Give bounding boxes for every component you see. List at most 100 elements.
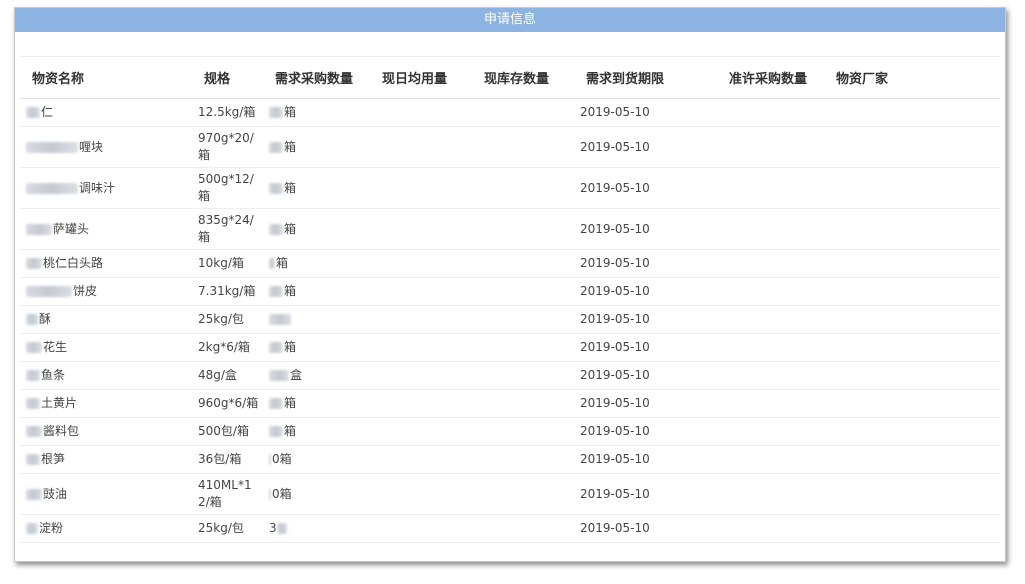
cell-stock bbox=[472, 277, 574, 306]
cell-name: 桃仁白头路 bbox=[20, 249, 192, 278]
cell-due-date-text: 2019-05-10 bbox=[580, 368, 650, 382]
cell-vendor bbox=[824, 126, 1000, 168]
panel-title: 申请信息 bbox=[15, 8, 1005, 32]
cell-vendor bbox=[824, 417, 1000, 446]
cell-due-date-text: 2019-05-10 bbox=[580, 221, 650, 236]
cell-required-qty: 盒 bbox=[263, 361, 370, 390]
cell-due-date: 2019-05-10 bbox=[574, 208, 717, 250]
cell-spec: 10kg/箱 bbox=[192, 249, 263, 278]
cell-stock bbox=[472, 389, 574, 418]
cell-due-date: 2019-05-10 bbox=[574, 445, 717, 474]
spec-text: 960g*6/箱 bbox=[198, 396, 259, 410]
cell-daily-usage bbox=[370, 167, 472, 209]
cell-spec: 500包/箱 bbox=[192, 417, 263, 446]
cell-stock bbox=[472, 167, 574, 209]
redacted-text bbox=[26, 523, 38, 534]
redacted-text bbox=[26, 141, 78, 153]
cell-required-qty: 箱 bbox=[263, 277, 370, 306]
cell-due-date: 2019-05-10 bbox=[574, 389, 717, 418]
table-row: 萨罐头 835g*24/箱 箱 2019-05-10 bbox=[20, 208, 1000, 250]
qty-unit: 箱 bbox=[284, 180, 297, 195]
cell-stock bbox=[472, 473, 574, 515]
cell-name: 酥 bbox=[20, 305, 192, 334]
cell-name: 饼皮 bbox=[20, 277, 192, 306]
cell-stock bbox=[472, 98, 574, 127]
cell-due-date: 2019-05-10 bbox=[574, 167, 717, 209]
col-header-required-qty: 需求采购数量 bbox=[263, 56, 370, 99]
name-text: 酥 bbox=[39, 312, 52, 326]
name-text: 土黄片 bbox=[41, 396, 78, 410]
cell-name: 淀粉 bbox=[20, 514, 192, 543]
cell-approved-qty bbox=[717, 473, 824, 515]
cell-vendor bbox=[824, 389, 1000, 418]
qty-unit: 盒 bbox=[290, 368, 303, 382]
table-row: 酱料包 500包/箱 箱 2019-05-10 bbox=[20, 417, 1000, 446]
cell-daily-usage bbox=[370, 98, 472, 127]
redacted-text bbox=[26, 454, 40, 465]
spec-text: 7.31kg/箱 bbox=[198, 284, 256, 298]
qty-unit: 箱 bbox=[284, 340, 297, 354]
cell-required-qty: 箱 bbox=[263, 333, 370, 362]
spec-text: 25kg/包 bbox=[198, 312, 244, 326]
cell-due-date-text: 2019-05-10 bbox=[580, 486, 650, 501]
qty-unit: 箱 bbox=[284, 139, 297, 154]
cell-vendor bbox=[824, 208, 1000, 250]
cell-due-date-text: 2019-05-10 bbox=[580, 139, 650, 154]
cell-name: 喱块 bbox=[20, 126, 192, 168]
redacted-text bbox=[26, 182, 78, 194]
cell-stock bbox=[472, 417, 574, 446]
table-row: 豉油 410ML*12/箱 0箱 2019-05-10 bbox=[20, 473, 1000, 515]
qty-unit: 箱 bbox=[284, 396, 297, 410]
cell-approved-qty bbox=[717, 389, 824, 418]
redacted-text bbox=[26, 258, 42, 269]
cell-stock bbox=[472, 305, 574, 334]
cell-stock bbox=[472, 333, 574, 362]
qty-unit: 箱 bbox=[276, 256, 289, 270]
spec-text: 500包/箱 bbox=[198, 424, 249, 438]
cell-vendor bbox=[824, 333, 1000, 362]
cell-required-qty: 箱 bbox=[263, 417, 370, 446]
name-text: 酱料包 bbox=[43, 424, 80, 438]
redacted-text bbox=[269, 454, 271, 465]
name-text: 桃仁白头路 bbox=[43, 256, 104, 270]
cell-due-date: 2019-05-10 bbox=[574, 277, 717, 306]
cell-approved-qty bbox=[717, 305, 824, 334]
cell-required-qty: 3 bbox=[263, 514, 370, 543]
cell-due-date: 2019-05-10 bbox=[574, 361, 717, 390]
redacted-text bbox=[269, 488, 271, 500]
redacted-text bbox=[269, 426, 283, 437]
redacted-text bbox=[276, 523, 287, 534]
cell-vendor bbox=[824, 98, 1000, 127]
table-row: 淀粉 25kg/包 3 2019-05-10 bbox=[20, 514, 1000, 543]
cell-daily-usage bbox=[370, 277, 472, 306]
cell-daily-usage bbox=[370, 417, 472, 446]
table-row: 喱块 970g*20/箱 箱 2019-05-10 bbox=[20, 126, 1000, 168]
cell-due-date-text: 2019-05-10 bbox=[580, 452, 650, 466]
cell-name: 鱼条 bbox=[20, 361, 192, 390]
col-header-daily-usage: 现日均用量 bbox=[370, 56, 472, 99]
cell-due-date: 2019-05-10 bbox=[574, 98, 717, 127]
cell-due-date: 2019-05-10 bbox=[574, 305, 717, 334]
cell-vendor bbox=[824, 305, 1000, 334]
spec-text: 10kg/箱 bbox=[198, 256, 244, 270]
table-body: 仁 12.5kg/箱箱 2019-05-10 喱块 970g*20/箱箱 2019-05-… bbox=[20, 98, 1000, 543]
cell-name: 萨罐头 bbox=[20, 208, 192, 250]
cell-spec: 835g*24/箱 bbox=[192, 208, 263, 250]
cell-approved-qty bbox=[717, 417, 824, 446]
cell-required-qty bbox=[263, 305, 370, 334]
cell-required-qty: 箱 bbox=[263, 249, 370, 278]
cell-daily-usage bbox=[370, 389, 472, 418]
name-text: 花生 bbox=[43, 340, 68, 354]
redacted-text bbox=[26, 314, 38, 325]
cell-vendor bbox=[824, 277, 1000, 306]
cell-name: 豉油 bbox=[20, 473, 192, 515]
name-text: 淀粉 bbox=[39, 521, 64, 535]
cell-approved-qty bbox=[717, 249, 824, 278]
col-header-due-date: 需求到货期限 bbox=[574, 56, 717, 99]
cell-spec: 12.5kg/箱 bbox=[192, 98, 263, 127]
cell-vendor bbox=[824, 249, 1000, 278]
cell-required-qty: 箱 bbox=[263, 389, 370, 418]
cell-daily-usage bbox=[370, 208, 472, 250]
cell-spec: 36包/箱 bbox=[192, 445, 263, 474]
redacted-text bbox=[269, 141, 283, 153]
